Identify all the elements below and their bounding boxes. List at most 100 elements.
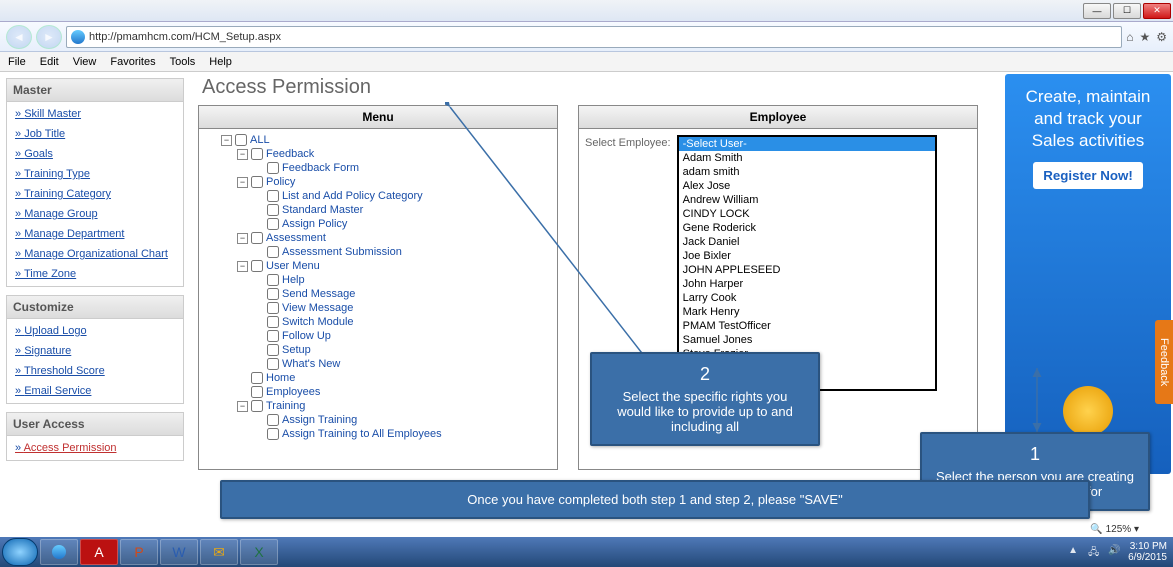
sidebar-link[interactable]: Upload Logo: [7, 321, 183, 341]
tree-item[interactable]: Feedback Form: [205, 161, 551, 175]
tree-checkbox[interactable]: [251, 372, 263, 384]
tray-volume-icon[interactable]: 🔊: [1108, 545, 1122, 559]
sidebar-link[interactable]: Training Category: [7, 184, 183, 204]
sidebar-link[interactable]: Time Zone: [7, 264, 183, 284]
taskbar-ie-icon[interactable]: [40, 539, 78, 565]
feedback-tab[interactable]: Feedback: [1155, 320, 1173, 404]
employee-option[interactable]: Andrew William: [679, 193, 935, 207]
employee-option[interactable]: Larry Cook: [679, 291, 935, 305]
sidebar-link[interactable]: Manage Department: [7, 224, 183, 244]
tree-checkbox[interactable]: [251, 386, 263, 398]
sidebar-link[interactable]: Skill Master: [7, 104, 183, 124]
tree-item[interactable]: Follow Up: [205, 329, 551, 343]
tree-checkbox[interactable]: [267, 330, 279, 342]
tree-item[interactable]: Send Message: [205, 287, 551, 301]
start-button[interactable]: [2, 538, 38, 566]
tree-item[interactable]: −Training: [205, 399, 551, 413]
tree-item[interactable]: −User Menu: [205, 259, 551, 273]
close-button[interactable]: ✕: [1143, 3, 1171, 19]
menu-tree[interactable]: −ALL−FeedbackFeedback Form−PolicyList an…: [199, 129, 557, 469]
tree-checkbox[interactable]: [251, 400, 263, 412]
tree-checkbox[interactable]: [267, 190, 279, 202]
sidebar-link[interactable]: Manage Group: [7, 204, 183, 224]
employee-option[interactable]: Samuel Jones: [679, 333, 935, 347]
tree-checkbox[interactable]: [267, 204, 279, 216]
expand-collapse-icon[interactable]: −: [237, 233, 248, 244]
employee-option[interactable]: Adam Smith: [679, 151, 935, 165]
tree-checkbox[interactable]: [251, 148, 263, 160]
tree-checkbox[interactable]: [267, 218, 279, 230]
taskbar-excel-icon[interactable]: X: [240, 539, 278, 565]
tree-checkbox[interactable]: [267, 414, 279, 426]
tree-checkbox[interactable]: [267, 358, 279, 370]
zoom-indicator[interactable]: 🔍 125% ▾: [1090, 524, 1139, 535]
sidebar-link[interactable]: Email Service: [7, 381, 183, 401]
tree-item[interactable]: View Message: [205, 301, 551, 315]
employee-option[interactable]: -Select User-: [679, 137, 935, 151]
employee-option[interactable]: Alex Jose: [679, 179, 935, 193]
menu-help[interactable]: Help: [209, 56, 232, 68]
tree-item[interactable]: Employees: [205, 385, 551, 399]
tree-checkbox[interactable]: [251, 176, 263, 188]
menu-tools[interactable]: Tools: [170, 56, 196, 68]
employee-option[interactable]: John Harper: [679, 277, 935, 291]
expand-collapse-icon[interactable]: −: [237, 149, 248, 160]
tree-checkbox[interactable]: [267, 428, 279, 440]
tree-item[interactable]: List and Add Policy Category: [205, 189, 551, 203]
tray-icon[interactable]: ▲: [1068, 545, 1082, 559]
tree-checkbox[interactable]: [267, 162, 279, 174]
minimize-button[interactable]: —: [1083, 3, 1111, 19]
sidebar-link[interactable]: Access Permission: [7, 438, 183, 458]
tree-item[interactable]: Home: [205, 371, 551, 385]
forward-button[interactable]: ►: [36, 25, 62, 49]
taskbar-adobe-icon[interactable]: A: [80, 539, 118, 565]
tree-item[interactable]: Assign Training to All Employees: [205, 427, 551, 441]
tree-item[interactable]: What's New: [205, 357, 551, 371]
sidebar-link[interactable]: Training Type: [7, 164, 183, 184]
tree-checkbox[interactable]: [267, 344, 279, 356]
employee-option[interactable]: PMAM TestOfficer: [679, 319, 935, 333]
tree-item[interactable]: Help: [205, 273, 551, 287]
menu-edit[interactable]: Edit: [40, 56, 59, 68]
tree-item[interactable]: −Assessment: [205, 231, 551, 245]
sidebar-link[interactable]: Manage Organizational Chart: [7, 244, 183, 264]
employee-option[interactable]: Joe Bixler: [679, 249, 935, 263]
back-button[interactable]: ◄: [6, 25, 32, 49]
employee-option[interactable]: Jack Daniel: [679, 235, 935, 249]
sidebar-link[interactable]: Goals: [7, 144, 183, 164]
tree-item[interactable]: −Feedback: [205, 147, 551, 161]
tree-checkbox[interactable]: [251, 232, 263, 244]
sidebar-link[interactable]: Signature: [7, 341, 183, 361]
maximize-button[interactable]: ☐: [1113, 3, 1141, 19]
employee-option[interactable]: Gene Roderick: [679, 221, 935, 235]
menu-favorites[interactable]: Favorites: [110, 56, 155, 68]
tree-item[interactable]: Assign Training: [205, 413, 551, 427]
tree-item[interactable]: Switch Module: [205, 315, 551, 329]
employee-option[interactable]: CINDY LOCK: [679, 207, 935, 221]
expand-collapse-icon[interactable]: −: [237, 177, 248, 188]
register-now-button[interactable]: Register Now!: [1033, 162, 1143, 189]
tree-item[interactable]: Assign Policy: [205, 217, 551, 231]
employee-option[interactable]: Mark Henry: [679, 305, 935, 319]
tree-checkbox[interactable]: [267, 246, 279, 258]
favorites-icon[interactable]: ★: [1139, 30, 1150, 44]
address-bar[interactable]: http://pmamhcm.com/HCM_Setup.aspx: [66, 26, 1122, 48]
tree-checkbox[interactable]: [267, 288, 279, 300]
sidebar-link[interactable]: Threshold Score: [7, 361, 183, 381]
menu-view[interactable]: View: [73, 56, 97, 68]
clock-date[interactable]: 6/9/2015: [1128, 552, 1167, 563]
expand-collapse-icon[interactable]: −: [221, 135, 232, 146]
tree-item[interactable]: Standard Master: [205, 203, 551, 217]
tree-item[interactable]: −Policy: [205, 175, 551, 189]
tree-checkbox[interactable]: [235, 134, 247, 146]
employee-option[interactable]: adam smith: [679, 165, 935, 179]
tree-checkbox[interactable]: [267, 302, 279, 314]
tree-checkbox[interactable]: [267, 274, 279, 286]
tree-item[interactable]: Setup: [205, 343, 551, 357]
clock-time[interactable]: 3:10 PM: [1128, 541, 1167, 552]
expand-collapse-icon[interactable]: −: [237, 261, 248, 272]
menu-file[interactable]: File: [8, 56, 26, 68]
taskbar-powerpoint-icon[interactable]: P: [120, 539, 158, 565]
tray-network-icon[interactable]: 🖧: [1088, 545, 1102, 559]
home-icon[interactable]: ⌂: [1126, 30, 1133, 44]
